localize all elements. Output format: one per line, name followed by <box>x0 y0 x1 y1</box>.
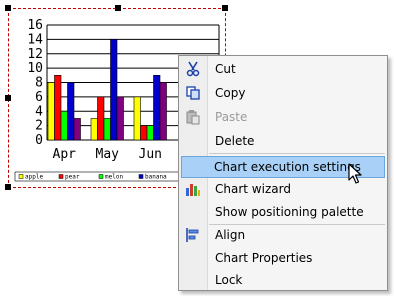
menu-separator <box>209 153 385 154</box>
bar-pear-may <box>97 96 105 141</box>
bar-apple-jun <box>133 96 141 141</box>
bar-melon-apr <box>60 110 68 141</box>
chart-wizard-icon <box>186 184 200 196</box>
bar-pear-jun <box>140 125 148 141</box>
menu-item-chart-properties[interactable]: Chart Properties <box>181 247 385 269</box>
paste-icon <box>186 110 200 125</box>
legend-label-apple: apple <box>25 174 43 181</box>
legend-label-pear: pear <box>65 174 80 181</box>
menu-item-label: Show positioning palette <box>215 205 364 219</box>
menu-item-show-positioning-palette[interactable]: Show positioning palette <box>181 201 385 223</box>
menu-item-label: Lock <box>215 273 243 287</box>
menu-item-label: Chart wizard <box>215 182 291 196</box>
menu-item-delete[interactable]: Delete <box>181 130 385 152</box>
legend-swatch-pear <box>58 174 64 179</box>
menu-item-lock[interactable]: Lock <box>181 269 385 291</box>
mouse-cursor-icon <box>348 163 362 184</box>
legend-label-banana: banana <box>145 174 167 181</box>
bar-banana-jun <box>153 75 161 141</box>
menu-item-label: Align <box>215 228 246 242</box>
menu-item-align[interactable]: Align <box>181 224 385 246</box>
bar-apple-may <box>90 118 98 141</box>
bar-melon-jun <box>146 125 154 141</box>
menu-item-copy[interactable]: Copy <box>181 82 385 104</box>
legend-label-melon: melon <box>105 174 123 181</box>
menu-item-label: Cut <box>215 62 236 76</box>
bar-melon-may <box>103 118 111 141</box>
menu-item-label: Paste <box>215 110 248 124</box>
bar-pear-apr <box>54 75 62 141</box>
y-tick-label: 10 <box>27 61 43 76</box>
y-tick-label: 0 <box>35 133 43 148</box>
legend-swatch-banana <box>138 174 144 179</box>
bar-kiwi-jun <box>159 82 167 141</box>
bar-banana-apr <box>67 82 75 141</box>
align-icon <box>186 228 199 242</box>
menu-item-label: Delete <box>215 134 255 148</box>
menu-item-label: Chart execution settings <box>214 160 361 174</box>
y-tick-label: 2 <box>35 119 43 134</box>
menu-item-label: Chart Properties <box>215 251 313 265</box>
scissors-icon <box>186 61 200 77</box>
copy-icon <box>186 86 200 100</box>
legend-swatch-apple <box>18 174 24 179</box>
menu-item-label: Copy <box>215 86 246 100</box>
y-tick-label: 8 <box>35 76 43 91</box>
x-tick-label: May <box>96 147 120 162</box>
bar-apple-apr <box>47 82 55 141</box>
bar-kiwi-may <box>116 96 124 141</box>
y-tick-label: 14 <box>27 32 43 47</box>
legend-swatch-melon <box>98 174 104 179</box>
bar-banana-may <box>110 39 118 141</box>
menu-item-paste[interactable]: Paste <box>181 106 385 128</box>
y-tick-label: 4 <box>35 104 43 119</box>
y-tick-label: 6 <box>35 90 43 105</box>
x-tick-label: Apr <box>53 147 77 162</box>
y-tick-label: 16 <box>27 18 43 33</box>
y-tick-label: 12 <box>27 47 43 62</box>
x-tick-label: Jun <box>139 147 162 162</box>
bar-kiwi-apr <box>73 118 81 141</box>
menu-item-cut[interactable]: Cut <box>181 58 385 80</box>
